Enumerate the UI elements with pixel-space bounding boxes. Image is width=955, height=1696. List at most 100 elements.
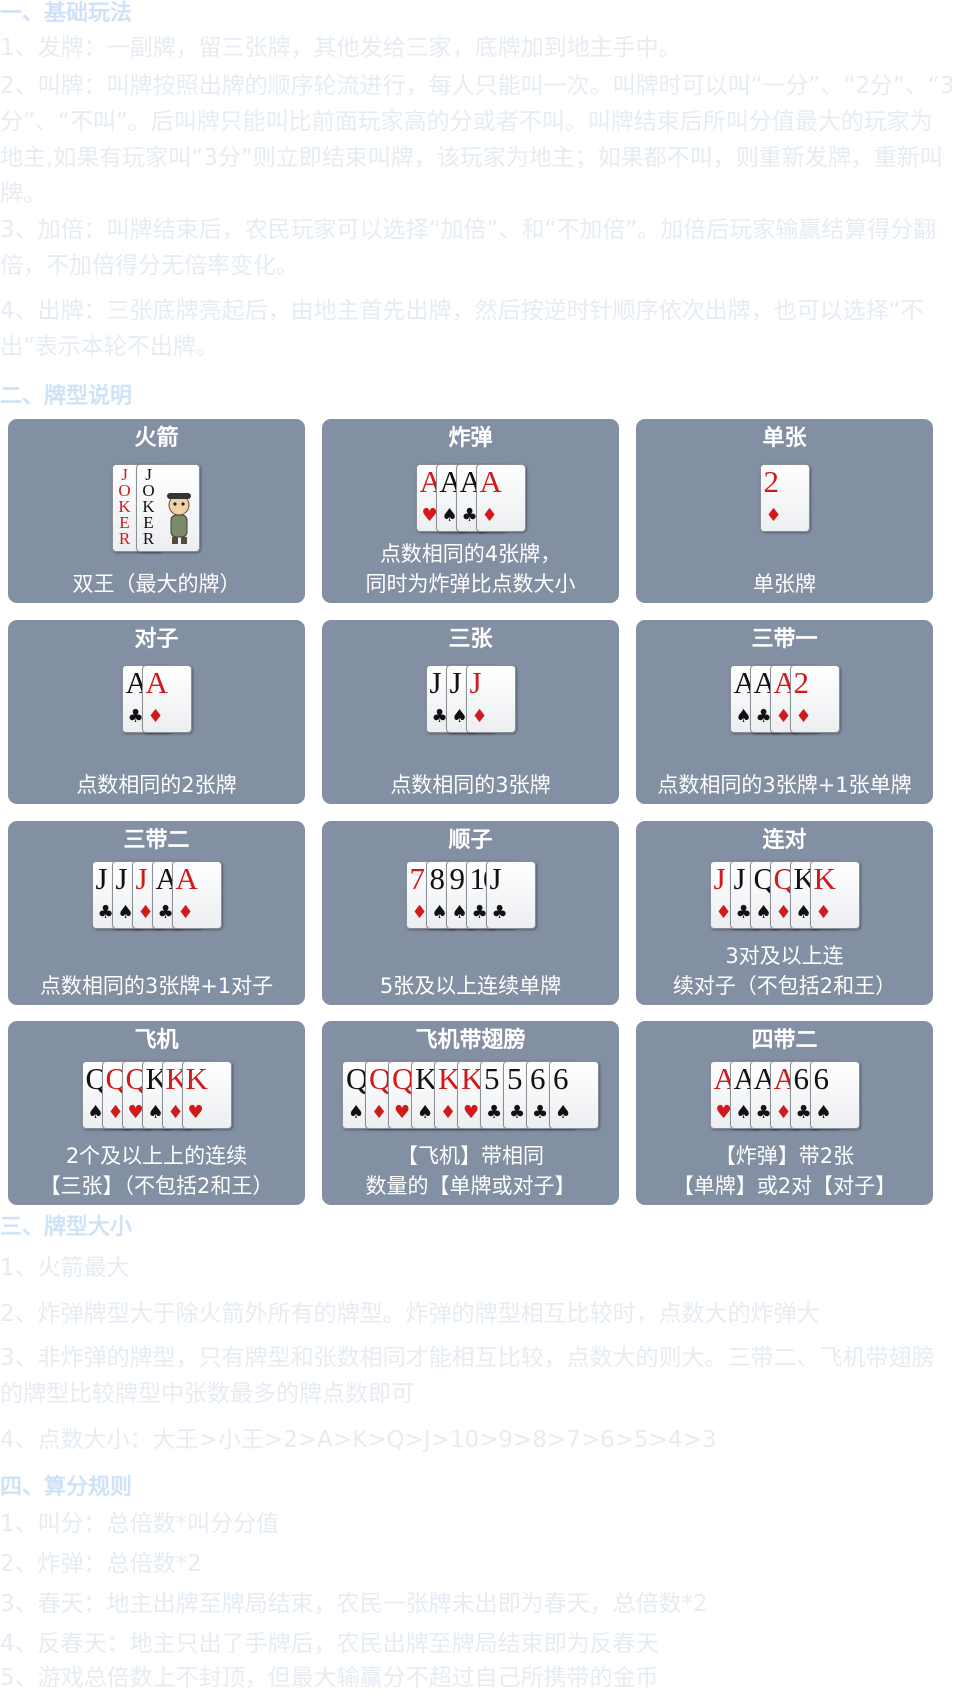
card-type-name: 飞机带翅膀 — [415, 1028, 526, 1053]
card-rank: J — [713, 861, 726, 896]
rule-line: 4、点数大小：大王>小王>2>A>K>Q>J>10>9>8>7>6>5>4>3 — [0, 1427, 717, 1453]
playing-card: J ♦ — [465, 665, 516, 733]
card-hand: A ♣ A ♦ — [8, 665, 305, 735]
rule-line: 4、出牌：三张底牌亮起后，由地主首先出牌，然后按逆时针顺序依次出牌，也可以选择“… — [0, 298, 924, 360]
playing-card: 6 ♠ — [549, 1061, 599, 1129]
card-type-box: 飞机 Q ♠ Q ♦ Q ♥ K ♠ K ♦ K ♥ 2个及以上上的连续 【三张】（不包括2和王） — [8, 1021, 305, 1205]
card-suit-icon: ♦ — [177, 902, 194, 923]
card-type-name: 连对 — [762, 828, 807, 853]
rule-line: 2、炸弹牌型大于除火箭外所有的牌型。炸弹的牌型相互比较时，点数大的炸弹大 — [0, 1301, 820, 1327]
card-type-name: 三带二 — [123, 828, 190, 853]
card-type-description: 5张及以上连续单牌 — [379, 974, 562, 998]
card-rank: A — [145, 665, 168, 700]
card-type-description: 点数相同的2张牌 — [76, 773, 237, 797]
rule-line: 1、发牌：一副牌，留三张牌，其他发给三家，底牌加到地主手中。 — [0, 35, 682, 61]
card-type-box: 三张 J ♣ J ♠ J ♦ 点数相同的3张牌 — [322, 620, 619, 804]
joker-label: JOKER — [118, 465, 131, 548]
section-title-card-types: 二、牌型说明 — [0, 384, 133, 409]
card-rank: J — [733, 861, 746, 896]
card-type-box: 炸弹 A ♥ A ♠ A ♣ A ♦ 点数相同的4张牌， 同时为炸弹比点数大小 — [322, 419, 619, 603]
card-rank: 6 — [813, 1061, 829, 1096]
card-suit-icon: ♦ — [440, 1102, 457, 1123]
card-type-name: 顺子 — [448, 828, 493, 853]
card-rank: 6 — [553, 1061, 568, 1096]
card-rank: J — [469, 665, 482, 700]
card-rank: 2 — [763, 464, 779, 499]
card-rank: 8 — [429, 861, 445, 896]
card-suit-icon: ♥ — [463, 1102, 480, 1123]
card-rank: K — [438, 1061, 460, 1096]
card-hand: A ♥ A ♠ A ♣ A ♦ — [322, 464, 619, 534]
card-type-box: 连对 J ♦ J ♣ Q ♠ Q ♦ K ♠ K ♦ 3对及以上连 续对子（不包括2和王） — [636, 821, 933, 1005]
card-type-name: 对子 — [134, 627, 179, 652]
card-rank: J — [135, 861, 148, 896]
rule-line: 3、春天：地主出牌至牌局结束，农民一张牌未出即为春天，总倍数*2 — [0, 1591, 708, 1617]
card-type-box: 四带二 A ♥ A ♠ A ♣ A ♦ 6 ♣ 6 ♠ 【炸弹】带2张 【单牌】或2对【对子】 — [636, 1021, 933, 1205]
joker-label: JOKER — [142, 465, 155, 548]
card-type-box: 对子 A ♣ A ♦ 点数相同的2张牌 — [8, 620, 305, 804]
playing-card: 2 ♦ — [759, 464, 810, 532]
card-hand: 7 ♦ 8 ♠ 9 ♠ 10 ♣ J ♣ — [322, 861, 619, 931]
card-suit-icon: ♣ — [532, 1102, 549, 1123]
card-rank: J — [115, 861, 128, 896]
rule-line: 3、非炸弹的牌型，只有牌型和张数相同才能相互比较，点数大的则大。三带二、飞机带翅… — [0, 1345, 935, 1407]
card-hand: Q ♠ Q ♦ Q ♥ K ♠ K ♦ K ♥ 5 ♣ 5 ♣ 6 ♣ 6 ♠ — [322, 1061, 619, 1131]
playing-card: 6 ♠ — [809, 1061, 860, 1129]
playing-card: A ♦ — [141, 665, 192, 733]
card-rank: K — [813, 861, 836, 896]
joker-card: JOKER — [135, 464, 200, 552]
card-type-description: 点数相同的3张牌+1张单牌 — [657, 773, 912, 797]
card-type-box: 火箭 JOKER JOKER 双王（最大的牌） — [8, 419, 305, 603]
card-type-description: 点数相同的3张牌+1对子 — [39, 974, 274, 998]
playing-card: A ♦ — [475, 464, 526, 532]
card-rank: 5 — [507, 1061, 522, 1096]
rule-line: 2、炸弹：总倍数*2 — [0, 1551, 202, 1577]
card-rank: J — [449, 665, 462, 700]
card-rank: 7 — [409, 861, 425, 896]
card-suit-icon: ♦ — [481, 505, 498, 526]
card-hand: J ♣ J ♠ J ♦ A ♣ A ♦ — [8, 861, 305, 931]
card-type-box: 单张 2 ♦ 单张牌 — [636, 419, 933, 603]
card-type-box: 三带一 A ♠ A ♣ A ♦ 2 ♦ 点数相同的3张牌+1张单牌 — [636, 620, 933, 804]
playing-card: K ♦ — [809, 861, 860, 929]
rule-line: 1、叫分：总倍数*叫分分值 — [0, 1511, 280, 1537]
card-suit-icon: ♦ — [795, 706, 812, 727]
card-rank: J — [489, 861, 502, 896]
card-rank: 6 — [530, 1061, 545, 1096]
section-title-basic: 一、基础玩法 — [0, 1, 133, 26]
card-type-box: 飞机带翅膀 Q ♠ Q ♦ Q ♥ K ♠ K ♦ K ♥ 5 ♣ 5 ♣ 6 ♣ 6 ♠ 【飞机】带相同 数量的【单牌或… — [322, 1021, 619, 1205]
card-hand: JOKER JOKER — [8, 464, 305, 552]
rule-line: 4、反春天：地主只出了手牌后，农民出牌至牌局结束即为反春天 — [0, 1631, 659, 1657]
playing-card: A ♦ — [171, 861, 222, 929]
card-type-name: 飞机 — [134, 1028, 179, 1053]
card-rank: A — [479, 464, 502, 499]
joker-character-icon — [162, 491, 196, 545]
card-suit-icon: ♠ — [348, 1102, 365, 1123]
rule-line: 1、火箭最大 — [0, 1255, 130, 1281]
section-title-ranking: 三、牌型大小 — [0, 1215, 133, 1240]
rule-line: 5、游戏总倍数上不封顶，但最大输赢分不超过自己所携带的金币 — [0, 1665, 659, 1691]
card-type-name: 火箭 — [134, 426, 179, 451]
card-type-description: 3对及以上连 续对子（不包括2和王） — [672, 944, 897, 998]
card-rank: Q — [369, 1061, 391, 1096]
card-rank: K — [415, 1061, 437, 1096]
card-hand: J ♣ J ♠ J ♦ — [322, 665, 619, 735]
card-suit-icon: ♣ — [486, 1102, 503, 1123]
card-rank: Q — [346, 1061, 368, 1096]
playing-card: 2 ♦ — [789, 665, 840, 733]
card-suit-icon: ♥ — [394, 1102, 411, 1123]
card-rank: Q — [392, 1061, 414, 1096]
card-suit-icon: ♠ — [417, 1102, 434, 1123]
card-rank: 5 — [484, 1061, 499, 1096]
card-rank: A — [175, 861, 198, 896]
card-type-description: 点数相同的3张牌 — [390, 773, 551, 797]
card-rank: K — [461, 1061, 483, 1096]
card-type-name: 炸弹 — [448, 426, 493, 451]
card-type-description: 【炸弹】带2张 【单牌】或2对【对子】 — [672, 1144, 897, 1198]
card-type-description: 双王（最大的牌） — [72, 572, 241, 596]
card-hand: A ♥ A ♠ A ♣ A ♦ 6 ♣ 6 ♠ — [636, 1061, 933, 1131]
card-suit-icon: ♦ — [765, 505, 782, 526]
card-rank: J — [429, 665, 442, 700]
rule-line: 2、叫牌：叫牌按照出牌的顺序轮流进行，每人只能叫一次。叫牌时可以叫“一分”、“2… — [0, 73, 955, 207]
card-suit-icon: ♣ — [491, 902, 508, 923]
